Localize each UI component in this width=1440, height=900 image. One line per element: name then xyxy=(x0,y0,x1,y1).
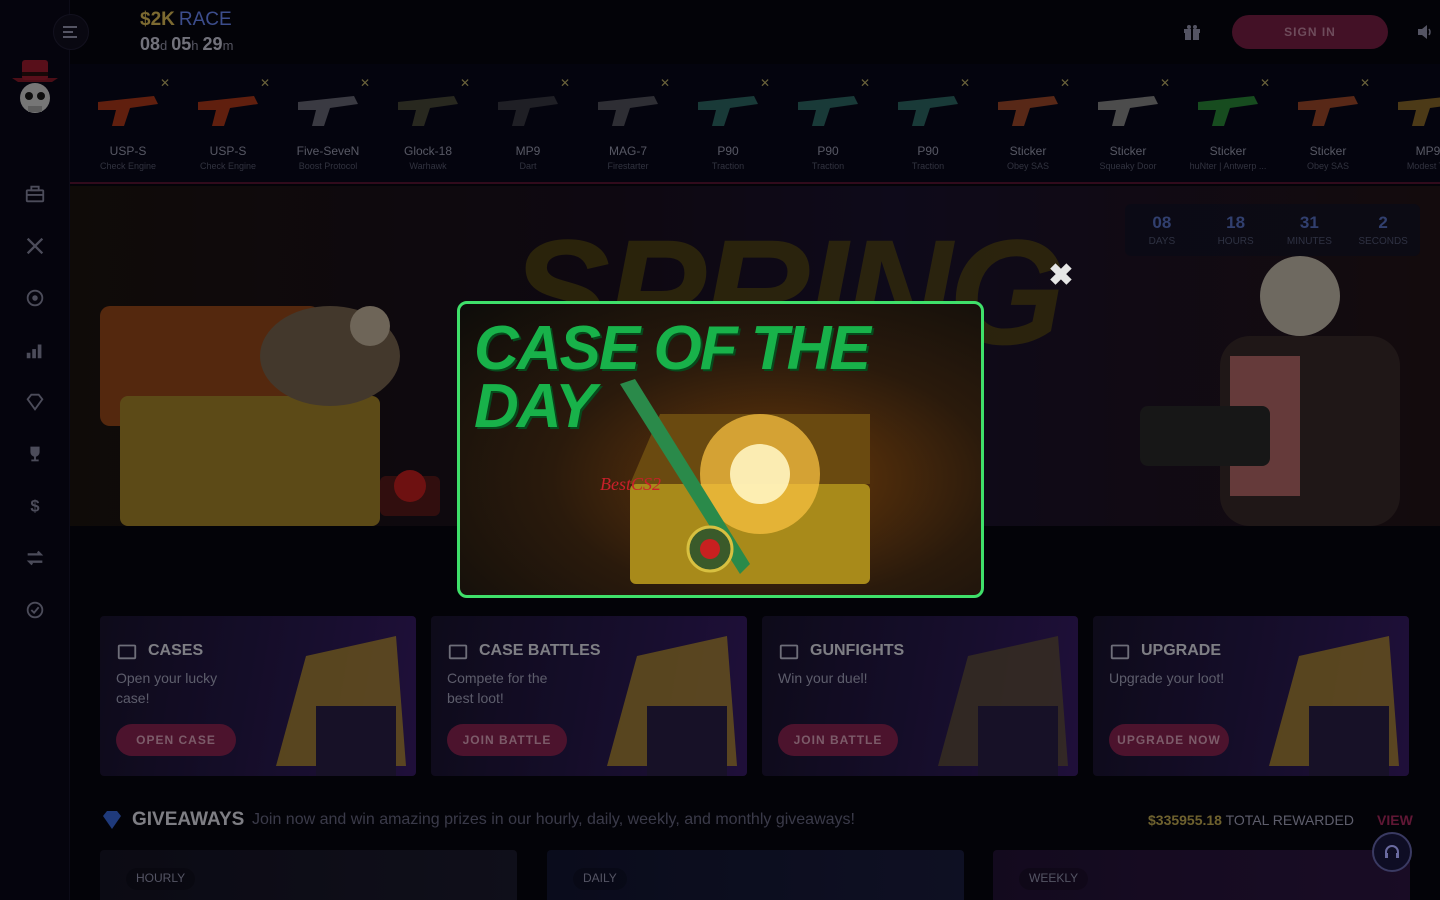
close-icon[interactable]: ✖ xyxy=(1047,261,1075,291)
app-root: $ $2K RACE 08d 05h 29m SIGN IN ✕ USP-S C… xyxy=(0,0,1440,900)
case-of-the-day-modal[interactable]: CASE OF THE DAY BestCS2 xyxy=(457,301,984,598)
headset-icon xyxy=(1385,845,1399,858)
modal-brand-text: BestCS2 xyxy=(600,474,661,494)
modal-title-line2: DAY xyxy=(474,372,596,441)
modal-title: CASE OF THE DAY xyxy=(474,314,871,441)
modal-title-line1: CASE OF THE xyxy=(474,314,871,383)
support-chat-button[interactable] xyxy=(1372,832,1412,872)
